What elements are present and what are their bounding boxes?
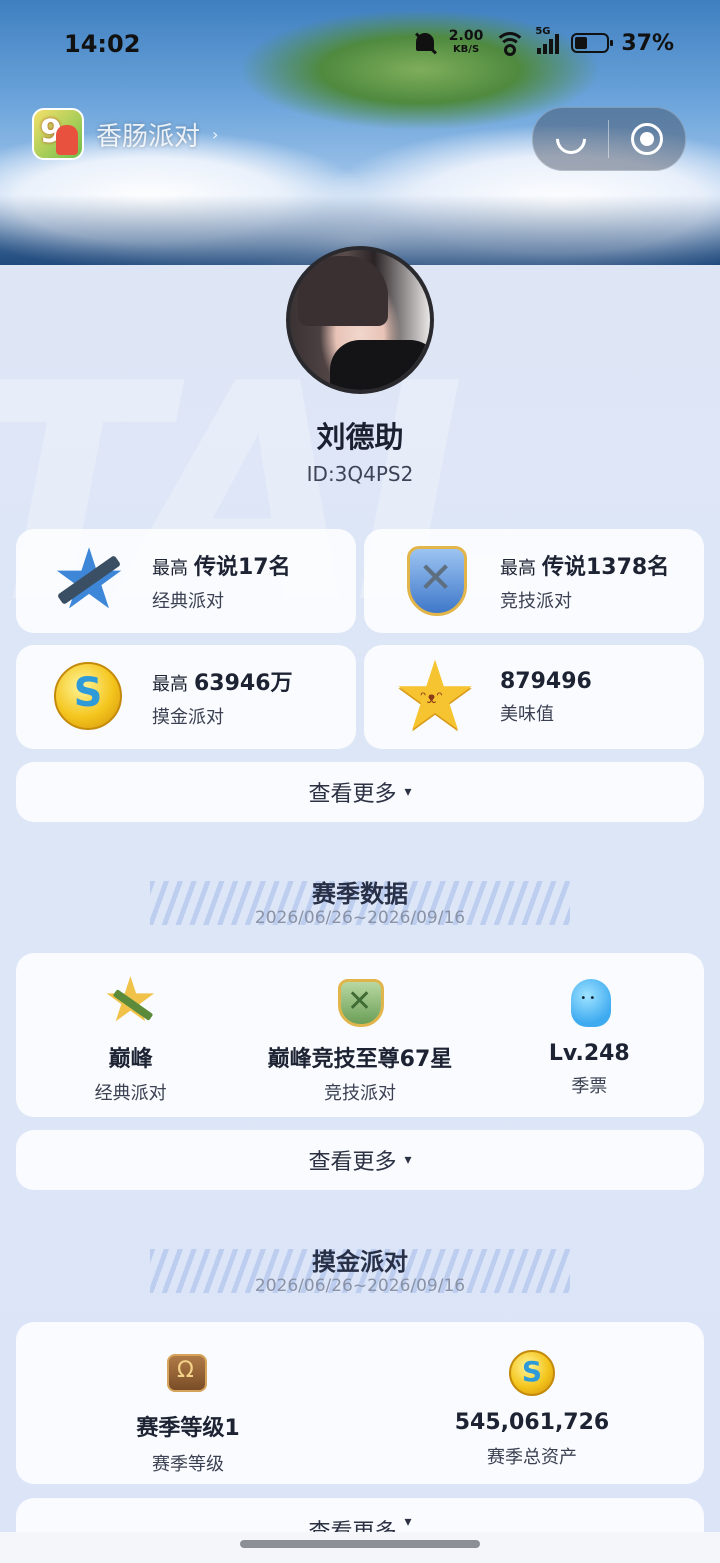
caret-down-icon: ▾ bbox=[404, 784, 412, 800]
stat-prefix: 最高 bbox=[152, 558, 188, 579]
net-speed-unit: KB/S bbox=[452, 44, 480, 55]
stat-label: 美味值 bbox=[500, 703, 554, 725]
stat-label: 摸金派对 bbox=[152, 707, 224, 728]
season-item-classic[interactable]: 巅峰 经典派对 bbox=[16, 953, 245, 1117]
status-icons: 2.00 KB/S 5G 37% bbox=[413, 26, 674, 56]
player-id[interactable]: ID:3Q4PS2 bbox=[0, 462, 720, 486]
section-title-season: 赛季数据 bbox=[312, 880, 408, 908]
player-name: 刘德助 bbox=[316, 420, 404, 454]
stat-value: 最高 63946万 bbox=[152, 665, 293, 697]
close-miniapp-button[interactable] bbox=[609, 108, 684, 170]
stat-label: 竞技派对 bbox=[500, 591, 572, 612]
signal-label: 5G bbox=[535, 26, 551, 37]
gold-label: 赛季总资产 bbox=[487, 1447, 577, 1468]
stat-value-text: 传说17名 bbox=[194, 555, 291, 580]
gold-item-level[interactable]: 赛季等级1 赛季等级 bbox=[16, 1322, 360, 1484]
season-value: Lv.248 bbox=[548, 1041, 630, 1066]
stat-prefix: 最高 bbox=[500, 558, 536, 579]
caret-down-icon: ▾ bbox=[404, 1152, 412, 1168]
season-value: 巅峰 bbox=[108, 1047, 153, 1072]
mute-icon bbox=[413, 31, 437, 55]
stat-card-gold[interactable]: 最高 63946万 摸金派对 bbox=[16, 645, 356, 749]
signal-icon: 5G bbox=[535, 26, 560, 54]
app-switcher[interactable]: 9 香肠派对 › bbox=[32, 108, 218, 160]
gold-coin-icon bbox=[44, 652, 134, 742]
wifi-icon bbox=[494, 32, 527, 56]
season-card: 巅峰 经典派对 巅峰竞技至尊67星 竞技派对 Lv.248 季票 bbox=[16, 953, 704, 1117]
section-date-gold: 2026/06/26~2026/09/16 bbox=[254, 1276, 466, 1296]
season-label: 竞技派对 bbox=[323, 1083, 396, 1104]
stat-value-text: 63946万 bbox=[194, 671, 293, 696]
season-item-competitive[interactable]: 巅峰竞技至尊67星 竞技派对 bbox=[245, 953, 474, 1117]
competitive-rank-icon bbox=[330, 973, 390, 1033]
competitive-shield-badge-icon bbox=[392, 536, 482, 626]
battery-icon bbox=[571, 33, 614, 53]
stat-label: 经典派对 bbox=[152, 591, 224, 612]
season-pass-bird-icon bbox=[559, 973, 619, 1033]
season-label: 季票 bbox=[571, 1076, 608, 1097]
treasure-chest-icon bbox=[155, 1344, 221, 1402]
gold-coin-icon bbox=[499, 1344, 565, 1402]
view-more-button-season[interactable]: 查看更多 ▾ bbox=[16, 1130, 704, 1190]
season-label: 经典派对 bbox=[94, 1083, 167, 1104]
avatar[interactable] bbox=[286, 246, 434, 394]
gold-item-assets[interactable]: 545,061,726 赛季总资产 bbox=[360, 1322, 704, 1484]
net-speed-value: 2.00 bbox=[448, 28, 484, 44]
stat-value: 最高 传说17名 bbox=[152, 549, 291, 581]
view-more-label: 查看更多 bbox=[308, 1150, 397, 1175]
gold-card: 赛季等级1 赛季等级 545,061,726 赛季总资产 bbox=[16, 1322, 704, 1484]
view-more-button-profile[interactable]: 查看更多 ▾ bbox=[16, 762, 704, 822]
stat-value-text: 传说1378名 bbox=[542, 555, 670, 580]
miniapp-capsule bbox=[532, 107, 686, 171]
caret-down-icon: ▾ bbox=[404, 1514, 412, 1530]
gold-value: 545,061,726 bbox=[454, 1410, 610, 1435]
classic-star-badge-icon bbox=[44, 536, 134, 626]
status-time: 14:02 bbox=[64, 30, 141, 58]
stat-card-classic[interactable]: 最高传说17名 经典派对 bbox=[16, 529, 356, 633]
stat-value: 879496 bbox=[500, 668, 592, 694]
home-indicator[interactable] bbox=[240, 1540, 480, 1548]
stat-card-competitive[interactable]: 最高传说1378名 竞技派对 bbox=[364, 529, 704, 633]
gold-value: 赛季等级1 bbox=[136, 1416, 240, 1441]
section-date-season: 2026/06/26~2026/09/16 bbox=[254, 908, 466, 928]
classic-rank-icon bbox=[101, 963, 161, 1036]
stat-value: 最高 传说1378名 bbox=[500, 549, 669, 581]
stat-card-tasty[interactable]: 879496 美味值 bbox=[364, 640, 704, 752]
share-icon bbox=[549, 117, 592, 161]
gold-label: 赛季等级 bbox=[152, 1454, 224, 1475]
battery-percent: 37% bbox=[621, 30, 674, 56]
view-more-label: 查看更多 bbox=[308, 782, 397, 807]
app-icon: 9 bbox=[32, 108, 84, 160]
chevron-right-icon: › bbox=[212, 124, 219, 144]
share-button[interactable] bbox=[533, 108, 608, 170]
net-speed: 2.00 KB/S bbox=[448, 28, 484, 56]
season-value: 巅峰竞技至尊67星 bbox=[267, 1047, 453, 1072]
stat-prefix: 最高 bbox=[152, 674, 188, 695]
season-item-pass[interactable]: Lv.248 季票 bbox=[475, 953, 704, 1117]
app-name: 香肠派对 bbox=[96, 121, 201, 152]
smiley-star-icon bbox=[392, 640, 482, 752]
section-title-gold: 摸金派对 bbox=[312, 1248, 408, 1276]
status-bar: 14:02 2.00 KB/S 5G 37% bbox=[0, 0, 720, 90]
target-icon bbox=[630, 123, 663, 155]
